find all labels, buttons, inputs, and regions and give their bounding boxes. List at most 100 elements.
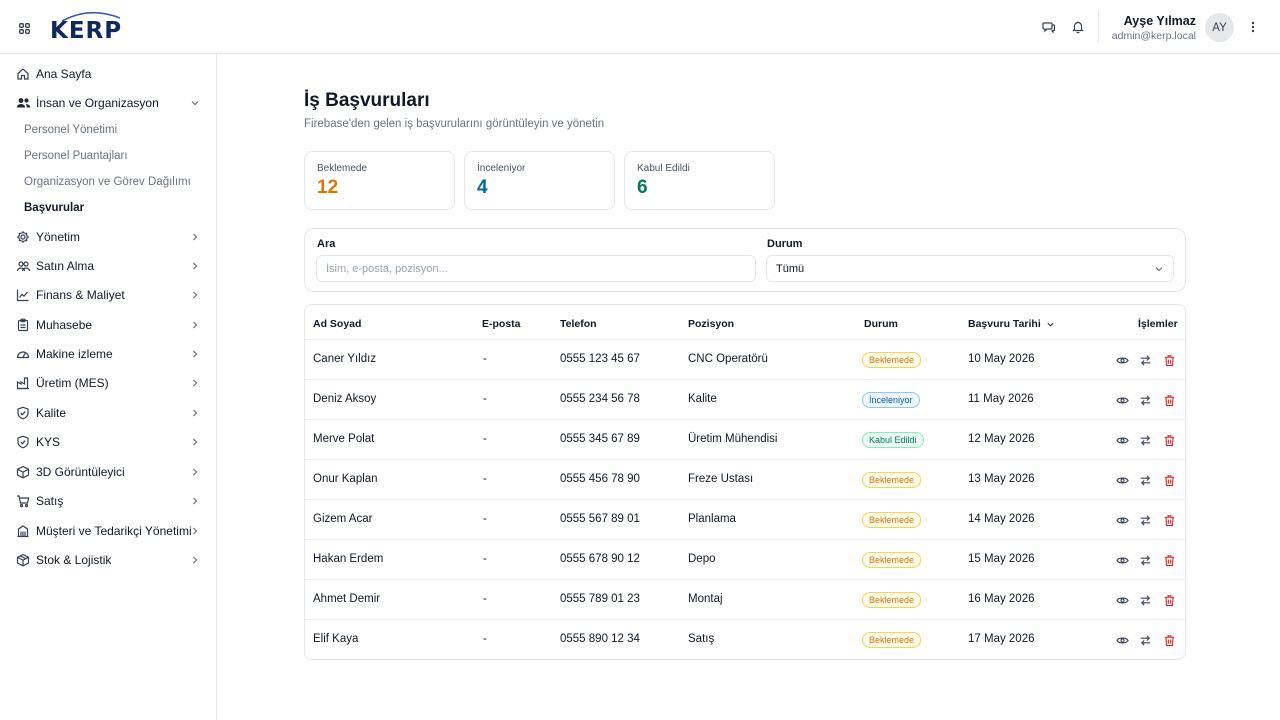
view-icon[interactable] bbox=[1114, 352, 1130, 368]
sidebar-subitem-personel-yonetimi[interactable]: Personel Yönetimi bbox=[24, 124, 117, 136]
header-divider bbox=[1098, 12, 1099, 42]
more-vertical-icon[interactable] bbox=[1244, 18, 1262, 36]
status-badge: Beklemede bbox=[862, 592, 922, 608]
chevron-right-icon bbox=[189, 466, 201, 478]
grid-icon[interactable] bbox=[14, 18, 34, 38]
table-row[interactable]: Caner Yıldız - 0555 123 45 67 CNC Operatörü… bbox=[305, 339, 1185, 379]
change-status-icon[interactable] bbox=[1137, 592, 1153, 608]
status-badge: Beklemede bbox=[862, 472, 922, 488]
logo-text: KERP bbox=[50, 18, 123, 44]
stat-value: 12 bbox=[317, 177, 339, 198]
column-header-date-label: Başvuru Tarihi bbox=[968, 318, 1041, 330]
chat-icon[interactable] bbox=[1040, 18, 1058, 36]
sidebar-item-stok-lojistik[interactable]: Stok & Lojistik bbox=[0, 547, 216, 573]
chevron-right-icon bbox=[189, 319, 201, 331]
search-input[interactable] bbox=[316, 255, 756, 282]
sidebar-subitem-basvurular[interactable]: Başvurular bbox=[24, 202, 84, 214]
user-name: Ayşe Yılmaz bbox=[1123, 14, 1196, 28]
stat-value: 6 bbox=[637, 177, 648, 198]
cell-phone: 0555 789 01 23 bbox=[560, 593, 640, 605]
change-status-icon[interactable] bbox=[1137, 632, 1153, 648]
cell-position: Satış bbox=[688, 633, 715, 645]
table-row[interactable]: Onur Kaplan - 0555 456 78 90 Freze Ustası Be… bbox=[305, 459, 1185, 499]
sidebar-item-kys[interactable]: KYS bbox=[0, 429, 216, 455]
view-icon[interactable] bbox=[1114, 432, 1130, 448]
chart-line-icon bbox=[15, 287, 31, 303]
delete-icon[interactable] bbox=[1161, 432, 1177, 448]
sidebar-item-label: Satın Alma bbox=[36, 259, 95, 273]
cell-position: CNC Operatörü bbox=[688, 353, 768, 365]
sidebar-item-satin-alma[interactable]: Satın Alma bbox=[0, 253, 216, 279]
sidebar-item-label: Satış bbox=[36, 494, 64, 508]
gear-icon bbox=[15, 229, 31, 245]
avatar[interactable]: AY bbox=[1205, 13, 1234, 42]
column-header-position[interactable]: Pozisyon bbox=[688, 318, 734, 330]
cell-date: 11 May 2026 bbox=[968, 393, 1034, 405]
view-icon[interactable] bbox=[1114, 392, 1130, 408]
bell-icon[interactable] bbox=[1069, 18, 1087, 36]
cell-name: Ahmet Demir bbox=[313, 593, 381, 605]
view-icon[interactable] bbox=[1114, 512, 1130, 528]
change-status-icon[interactable] bbox=[1137, 392, 1153, 408]
cell-position: Freze Ustası bbox=[688, 473, 754, 485]
delete-icon[interactable] bbox=[1161, 392, 1177, 408]
table-row[interactable]: Gizem Acar - 0555 567 89 01 Planlama Bekleme… bbox=[305, 499, 1185, 539]
filter-panel: Ara Durum Tümü bbox=[304, 228, 1186, 292]
column-header-email[interactable]: E-posta bbox=[482, 318, 521, 330]
view-icon[interactable] bbox=[1114, 472, 1130, 488]
column-header-phone[interactable]: Telefon bbox=[560, 318, 597, 330]
cell-phone: 0555 890 12 34 bbox=[560, 633, 640, 645]
delete-icon[interactable] bbox=[1161, 552, 1177, 568]
sidebar-item-kalite[interactable]: Kalite bbox=[0, 400, 216, 426]
change-status-icon[interactable] bbox=[1137, 352, 1153, 368]
sidebar-item-label: KYS bbox=[36, 435, 61, 449]
shield-check-icon bbox=[15, 405, 31, 421]
view-icon[interactable] bbox=[1114, 592, 1130, 608]
table-row[interactable]: Ahmet Demir - 0555 789 01 23 Montaj Beklemed… bbox=[305, 579, 1185, 619]
sidebar-item-satis[interactable]: Satış bbox=[0, 488, 216, 514]
sidebar-item-yonetim[interactable]: Yönetim bbox=[0, 224, 216, 250]
change-status-icon[interactable] bbox=[1137, 432, 1153, 448]
sidebar-item-3d-goruntuleyici[interactable]: 3D Görüntüleyici bbox=[0, 459, 216, 485]
kerp-logo[interactable]: KERP bbox=[50, 10, 122, 44]
change-status-icon[interactable] bbox=[1137, 552, 1153, 568]
sidebar-item-musteri-tedarikci[interactable]: Müşteri ve Tedarikçi Yönetimi bbox=[0, 518, 216, 544]
stat-label: İnceleniyor bbox=[477, 163, 526, 174]
table-row[interactable]: Hakan Erdem - 0555 678 90 12 Depo Beklemede 1… bbox=[305, 539, 1185, 579]
table-row[interactable]: Elif Kaya - 0555 890 12 34 Satış Beklemede 17… bbox=[305, 619, 1185, 659]
sidebar-item-label: Üretim (MES) bbox=[36, 376, 109, 390]
delete-icon[interactable] bbox=[1161, 512, 1177, 528]
cell-name: Caner Yıldız bbox=[313, 353, 377, 365]
view-icon[interactable] bbox=[1114, 632, 1130, 648]
top-header: KERP Ayşe Yılmaz admin@kerp.local AY bbox=[0, 0, 1280, 54]
search-label: Ara bbox=[317, 238, 336, 250]
status-badge: Beklemede bbox=[862, 552, 922, 568]
sidebar-subitem-personel-puantajlari[interactable]: Personel Puantajları bbox=[24, 150, 128, 162]
sidebar-item-muhasebe[interactable]: Muhasebe bbox=[0, 312, 216, 338]
cell-position: Üretim Mühendisi bbox=[688, 433, 778, 445]
status-select[interactable]: Tümü bbox=[766, 255, 1174, 282]
change-status-icon[interactable] bbox=[1137, 472, 1153, 488]
cell-date: 12 May 2026 bbox=[968, 433, 1035, 445]
change-status-icon[interactable] bbox=[1137, 512, 1153, 528]
table-row[interactable]: Deniz Aksoy - 0555 234 56 78 Kalite İnceleni… bbox=[305, 379, 1185, 419]
sidebar-item-makine-izleme[interactable]: Makine izleme bbox=[0, 341, 216, 367]
delete-icon[interactable] bbox=[1161, 352, 1177, 368]
view-icon[interactable] bbox=[1114, 552, 1130, 568]
table-row[interactable]: Merve Polat - 0555 345 67 89 Üretim Mühendi… bbox=[305, 419, 1185, 459]
chevron-down-icon bbox=[1046, 320, 1055, 329]
sidebar-item-ana-sayfa[interactable]: Ana Sayfa bbox=[0, 61, 216, 87]
sidebar-item-uretim-mes[interactable]: Üretim (MES) bbox=[0, 370, 216, 396]
sidebar-subitem-organizasyon[interactable]: Organizasyon ve Görev Dağılımı bbox=[24, 176, 191, 188]
sidebar-item-finans-maliyet[interactable]: Finans & Maliyet bbox=[0, 282, 216, 308]
delete-icon[interactable] bbox=[1161, 592, 1177, 608]
handshake-icon bbox=[15, 258, 31, 274]
column-header-date[interactable]: Başvuru Tarihi bbox=[968, 318, 1055, 330]
column-header-status[interactable]: Durum bbox=[864, 318, 898, 330]
cube-icon bbox=[15, 464, 31, 480]
sidebar-item-insan-ve-organizasyon[interactable]: İnsan ve Organizasyon bbox=[0, 90, 216, 116]
delete-icon[interactable] bbox=[1161, 632, 1177, 648]
column-header-name[interactable]: Ad Soyad bbox=[313, 318, 361, 330]
cell-email: - bbox=[483, 353, 487, 365]
delete-icon[interactable] bbox=[1161, 472, 1177, 488]
